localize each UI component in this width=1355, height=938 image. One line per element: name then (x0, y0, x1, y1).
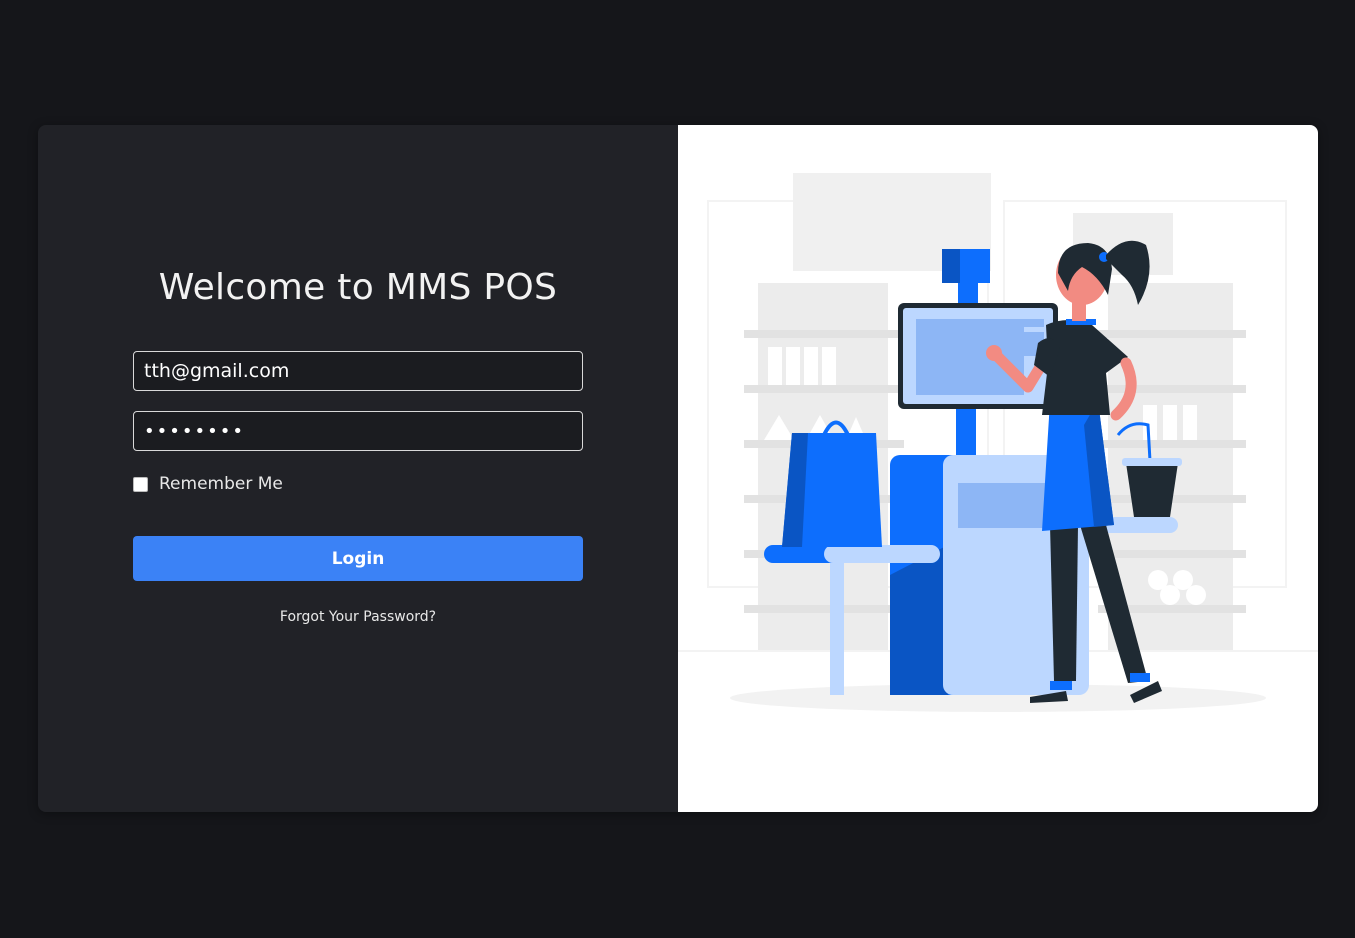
password-field[interactable] (133, 411, 583, 451)
self-checkout-kiosk-illustration (678, 173, 1318, 712)
login-button[interactable]: Login (133, 536, 583, 581)
page-title: Welcome to MMS POS (158, 267, 558, 308)
email-field[interactable] (133, 351, 583, 391)
remember-me[interactable]: Remember Me (133, 474, 283, 494)
illustration-panel (678, 125, 1318, 812)
login-card: Welcome to MMS POS Remember Me Login For… (38, 125, 1318, 812)
remember-me-label: Remember Me (159, 474, 283, 494)
forgot-password-link[interactable]: Forgot Your Password? (38, 609, 678, 625)
remember-me-checkbox[interactable] (133, 476, 148, 492)
login-panel: Welcome to MMS POS Remember Me Login For… (38, 125, 678, 812)
